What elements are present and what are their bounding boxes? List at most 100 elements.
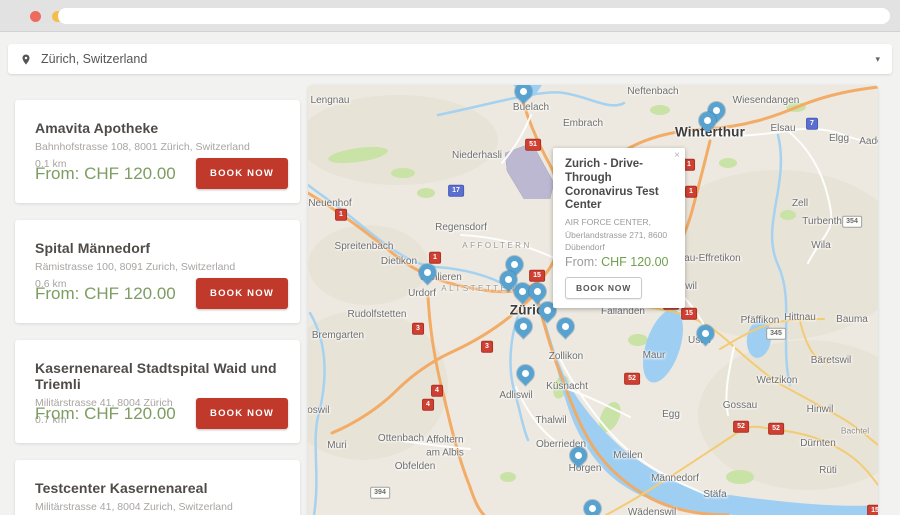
map-pin[interactable] [580, 496, 604, 515]
map-label-elsau: Elsau [770, 123, 795, 136]
popup-book-now-button[interactable]: BOOK NOW [565, 277, 642, 299]
map-label-affoltern-am-albis: Affoltern am Albis [426, 435, 464, 460]
result-card: Amavita Apotheke Bahnhofstrasse 108, 800… [15, 100, 300, 203]
results-list: Amavita Apotheke Bahnhofstrasse 108, 800… [15, 100, 300, 515]
result-name: Testcenter Kasernenareal [35, 480, 288, 496]
map-label-meilen: Meilen [613, 450, 642, 463]
route-shield: 3 [481, 341, 493, 353]
map-label-pfäffikon: Pfäffikon [741, 315, 780, 328]
map-label-stäfa: Stäfa [703, 489, 726, 502]
book-now-button[interactable]: BOOK NOW [196, 158, 288, 189]
route-shield: 345 [766, 328, 786, 340]
map-label-maur: Maur [643, 350, 666, 363]
route-shield: 4 [431, 385, 443, 397]
route-shield: 15 [867, 505, 878, 515]
map-label-neftenbach: Neftenbach [627, 86, 678, 99]
map-label-wetzikon: Wetzikon [757, 375, 798, 388]
map-label-niederhasli: Niederhasli [452, 150, 502, 163]
book-now-button[interactable]: BOOK NOW [196, 278, 288, 309]
window-close-button[interactable] [30, 11, 41, 22]
route-shield: 1 [429, 252, 441, 264]
map-label-bäretswil: Bäretswil [811, 355, 852, 368]
map-label-urdorf: Urdorf [408, 288, 436, 301]
result-price: From: CHF 120.00 [35, 164, 176, 184]
map-label-obfelden: Obfelden [395, 461, 436, 474]
map-label-bachtel: Bachtel [841, 426, 869, 437]
map-label-bauma: Bauma [836, 314, 868, 327]
map-label-dürnten: Dürnten [800, 438, 836, 451]
popup-title: Zurich - Drive-Through Coronavirus Test … [565, 158, 675, 213]
result-address: Militärstrasse 41, 8004 Zurich, Switzerl… [35, 501, 288, 513]
map-label-wädenswil: Wädenswil [628, 507, 676, 515]
route-shield: 394 [370, 487, 390, 499]
result-name: Kasernenareal Stadtspital Waid und Triem… [35, 360, 288, 392]
url-bar[interactable] [58, 8, 890, 24]
route-shield: 4 [422, 399, 434, 411]
map-label-wila: Wila [811, 240, 830, 253]
map-label-zollikon: Zollikon [549, 351, 583, 364]
map-pin[interactable] [511, 85, 535, 103]
map-panel[interactable]: Lengnau Buelach Embrach Neftenbach Wiesendan… [308, 85, 878, 515]
popup-address: AIR FORCE CENTER, Überlandstrasse 271, 8… [565, 216, 675, 253]
map-label-horgen: Horgen [569, 463, 602, 476]
route-shield: 354 [842, 216, 862, 228]
map-label-rüti: Rüti [819, 465, 837, 478]
route-shield: 52 [768, 423, 784, 435]
route-shield: 52 [624, 373, 640, 385]
result-name: Spital Männedorf [35, 240, 288, 256]
result-card: Kasernenareal Stadtspital Waid und Triem… [15, 340, 300, 443]
location-pin-icon [20, 52, 32, 67]
map-label-thalwil: Thalwil [535, 415, 566, 428]
map-label-spreitenbach: Spreitenbach [335, 241, 394, 254]
map-label-wiesendangen: Wiesendangen [733, 95, 800, 108]
route-shield: 7 [806, 118, 818, 130]
route-shield: 51 [525, 139, 541, 151]
map-label-elgg: Elgg [829, 133, 849, 146]
map-label-lengnau: Lengnau [311, 95, 350, 108]
map-label-regensdorf: Regensdorf [435, 222, 487, 235]
map-pin[interactable] [513, 361, 537, 385]
book-now-button[interactable]: BOOK NOW [196, 398, 288, 429]
close-icon[interactable]: × [674, 149, 680, 162]
map-label-aadorf: Aadorf [859, 136, 878, 149]
map-label-dietikon: Dietikon [381, 256, 417, 269]
map-label-affoltern: AFFOLTERN [462, 241, 531, 251]
map-label-embrach: Embrach [563, 118, 603, 131]
map-label-hinwil: Hinwil [807, 404, 834, 417]
map-label-ottenbach: Ottenbach [378, 433, 424, 446]
map-pin[interactable] [553, 314, 577, 338]
map-pin[interactable] [525, 279, 549, 303]
result-card: Testcenter Kasernenareal Militärstrasse … [15, 460, 300, 515]
map-info-popup: × Zurich - Drive-Through Coronavirus Tes… [553, 148, 685, 308]
map-label-hittnau: Hittnau [784, 312, 816, 325]
map-label-männedorf: Männedorf [651, 473, 699, 486]
route-shield: 1 [685, 186, 697, 198]
browser-chrome [0, 0, 900, 32]
route-shield: 15 [529, 270, 545, 282]
result-price: From: CHF 120.00 [35, 284, 176, 304]
map-label-muri: Muri [327, 440, 346, 453]
popup-price-prefix: From: [565, 255, 601, 269]
map-label-küsnacht: Küsnacht [546, 381, 588, 394]
map-label-rudolfstetten: Rudolfstetten [348, 309, 407, 322]
location-search-value[interactable]: Zürich, Switzerland [41, 52, 875, 66]
popup-price-value: CHF 120.00 [601, 255, 668, 269]
location-search-bar[interactable]: Zürich, Switzerland ▾ [8, 44, 892, 74]
popup-price: From: CHF 120.00 [565, 255, 675, 269]
route-shield: 15 [681, 308, 697, 320]
route-shield: 17 [448, 185, 464, 197]
map-label-bremgarten: Bremgarten [312, 330, 364, 343]
chevron-down-icon[interactable]: ▾ [875, 54, 880, 65]
map-label-buelach: Buelach [513, 102, 549, 115]
result-address: Rämistrasse 100, 8091 Zurich, Switzerlan… [35, 261, 288, 273]
result-name: Amavita Apotheke [35, 120, 288, 136]
map-label-adliswil: Adliswil [499, 390, 532, 403]
result-price: From: CHF 120.00 [35, 404, 176, 424]
map-label-boswil: Boswil [308, 405, 329, 418]
route-shield: 52 [733, 421, 749, 433]
result-address: Bahnhofstrasse 108, 8001 Zürich, Switzer… [35, 141, 288, 153]
result-card: Spital Männedorf Rämistrasse 100, 8091 Z… [15, 220, 300, 323]
route-shield: 1 [335, 209, 347, 221]
map-label-egg: Egg [662, 409, 680, 422]
map-label-zell: Zell [792, 198, 808, 211]
